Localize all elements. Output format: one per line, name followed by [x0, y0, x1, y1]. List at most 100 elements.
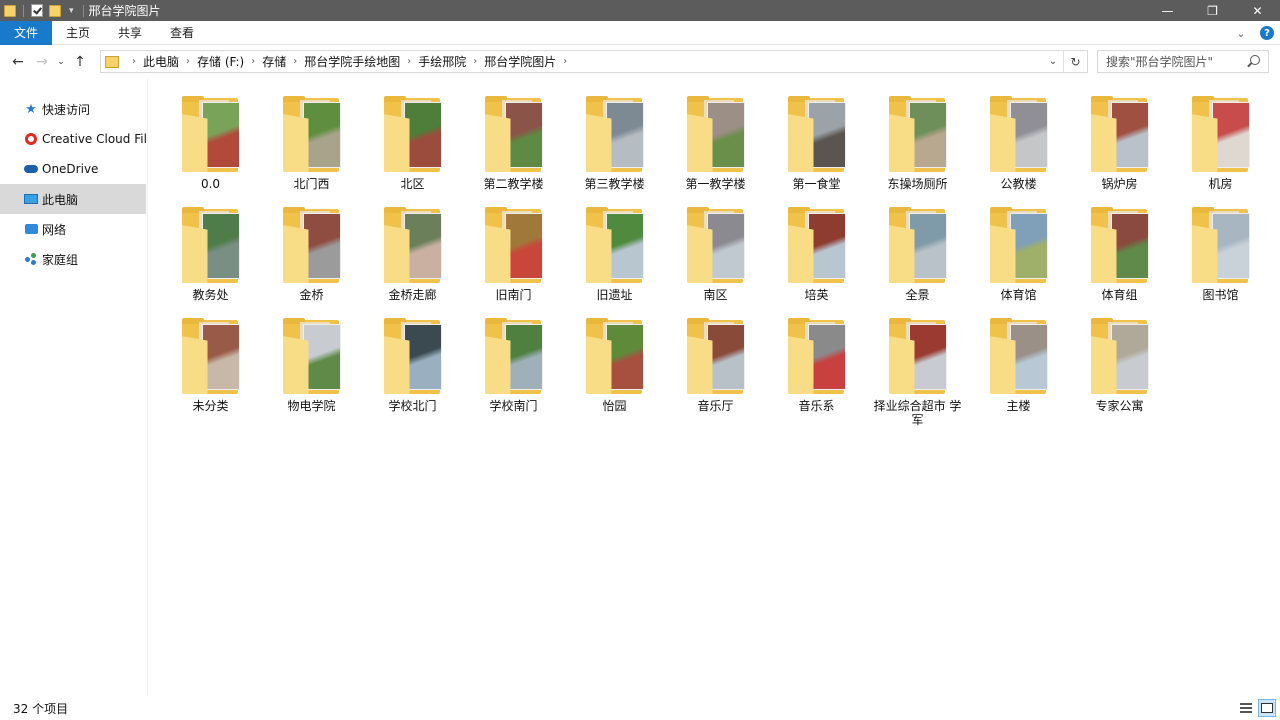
navigation-pane: ★ 快速访问 Creative Cloud Files OneDrive 此电脑… — [0, 79, 148, 696]
search-box[interactable] — [1097, 50, 1269, 73]
search-icon[interactable] — [1250, 55, 1260, 65]
folder-item[interactable]: 全景 — [867, 205, 968, 316]
folder-name: 第一教学楼 — [685, 177, 746, 191]
sidebar-item-network[interactable]: 网络 — [0, 214, 147, 244]
sidebar-item-onedrive[interactable]: OneDrive — [0, 154, 147, 184]
help-button[interactable]: ? — [1254, 21, 1280, 45]
refresh-icon: ↻ — [1070, 54, 1081, 69]
address-bar[interactable]: › 此电脑 › 存储 (F:) › 存储 › 邢台学院手绘地图 › 手绘邢院 ›… — [100, 50, 1088, 73]
folder-item[interactable]: 专家公寓 — [1069, 316, 1170, 427]
sidebar-item-label: 快速访问 — [42, 102, 91, 117]
chevron-right-icon[interactable]: › — [407, 56, 411, 67]
folder-name: 第三教学楼 — [584, 177, 645, 191]
minimize-button[interactable]: — — [1145, 0, 1190, 21]
folder-item[interactable]: 体育馆 — [968, 205, 1069, 316]
folder-item[interactable]: 第一教学楼 — [665, 94, 766, 205]
status-bar: 32 个项目 — [0, 696, 1280, 720]
breadcrumb-storage[interactable]: 存储 — [262, 53, 286, 70]
folder-item[interactable]: 金桥走廊 — [362, 205, 463, 316]
folder-item[interactable]: 机房 — [1170, 94, 1271, 205]
sidebar-item-homegroup[interactable]: 家庭组 — [0, 244, 147, 274]
folder-item[interactable]: 旧南门 — [463, 205, 564, 316]
chevron-right-icon[interactable]: › — [186, 56, 190, 67]
folder-name: 公教楼 — [1000, 177, 1037, 191]
chevron-right-icon[interactable]: › — [293, 56, 297, 67]
folder-item[interactable]: 怡园 — [564, 316, 665, 427]
folder-item[interactable]: 未分类 — [160, 316, 261, 427]
folder-thumbnail-icon — [787, 96, 846, 174]
quick-access-toolbar: ▾ — [0, 0, 87, 21]
details-view-button[interactable] — [1237, 699, 1255, 717]
folder-item[interactable]: 音乐厅 — [665, 316, 766, 427]
refresh-button[interactable]: ↻ — [1063, 51, 1087, 72]
chevron-right-icon[interactable]: › — [251, 56, 255, 67]
folder-item[interactable]: 学校北门 — [362, 316, 463, 427]
sidebar-item-label: 家庭组 — [42, 252, 79, 267]
large-icons-view-button[interactable] — [1258, 699, 1276, 717]
folder-name: 体育馆 — [1000, 288, 1037, 302]
folder-name: 培英 — [804, 288, 829, 302]
folder-item[interactable]: 择业综合超市 学军 — [867, 316, 968, 427]
folder-item[interactable]: 南区 — [665, 205, 766, 316]
title-bar: ▾ 邢台学院图片 — ❐ ✕ — [0, 0, 1280, 21]
tab-share[interactable]: 共享 — [104, 21, 156, 45]
sidebar-item-creative-cloud[interactable]: Creative Cloud Files — [0, 124, 147, 154]
folder-item[interactable]: 锅炉房 — [1069, 94, 1170, 205]
folder-item[interactable]: 第一食堂 — [766, 94, 867, 205]
search-input[interactable] — [1098, 51, 1238, 72]
folder-item[interactable]: 学校南门 — [463, 316, 564, 427]
recent-locations-button[interactable]: ⌄ — [54, 50, 68, 74]
chevron-right-icon[interactable]: › — [563, 56, 567, 67]
back-button[interactable]: ← — [6, 50, 30, 74]
sidebar-item-quick-access[interactable]: ★ 快速访问 — [0, 94, 147, 124]
tab-file[interactable]: 文件 — [0, 20, 52, 45]
up-button[interactable]: ↑ — [68, 50, 92, 74]
file-list: 0.0 北门西 北区 第二教学楼 第三教学楼 第一教学楼 第一食堂 东操场厕所 公教楼 锅炉房 机房… — [150, 79, 1280, 696]
folder-item[interactable]: 教务处 — [160, 205, 261, 316]
folder-item[interactable]: 金桥 — [261, 205, 362, 316]
folder-item[interactable]: 体育组 — [1069, 205, 1170, 316]
tab-home[interactable]: 主页 — [52, 21, 104, 45]
folder-thumbnail-icon — [181, 96, 240, 174]
folder-item[interactable]: 旧遗址 — [564, 205, 665, 316]
folder-item[interactable]: 主楼 — [968, 316, 1069, 427]
folder-item[interactable]: 物电学院 — [261, 316, 362, 427]
new-folder-icon[interactable] — [49, 4, 61, 17]
breadcrumb-handdrawn[interactable]: 手绘邢院 — [418, 53, 466, 70]
folder-name: 学校北门 — [388, 399, 437, 413]
folder-item[interactable]: 北门西 — [261, 94, 362, 205]
breadcrumb-this-pc[interactable]: 此电脑 — [143, 53, 179, 70]
folder-item[interactable]: 0.0 — [160, 94, 261, 205]
sidebar-item-label: 网络 — [42, 222, 67, 237]
expand-ribbon-button[interactable]: ⌄ — [1228, 21, 1254, 45]
breadcrumb-current[interactable]: 邢台学院图片 — [484, 53, 556, 70]
folder-name: 图书馆 — [1202, 288, 1239, 302]
folder-name: 北门西 — [293, 177, 330, 191]
breadcrumb-drive-f[interactable]: 存储 (F:) — [197, 53, 244, 70]
folder-name: 体育组 — [1101, 288, 1138, 302]
folder-name: 未分类 — [192, 399, 229, 413]
chevron-right-icon[interactable]: › — [473, 56, 477, 67]
address-history-button[interactable]: ⌄ — [1045, 51, 1061, 72]
forward-button[interactable]: → — [30, 50, 54, 74]
close-button[interactable]: ✕ — [1235, 0, 1280, 21]
folder-item[interactable]: 培英 — [766, 205, 867, 316]
customize-toolbar-icon[interactable]: ▾ — [69, 6, 74, 16]
navigation-bar: ← → ⌄ ↑ › 此电脑 › 存储 (F:) › 存储 › 邢台学院手绘地图 … — [0, 45, 1280, 79]
chevron-down-icon: ⌄ — [1236, 26, 1246, 40]
folder-item[interactable]: 音乐系 — [766, 316, 867, 427]
sidebar-item-this-pc[interactable]: 此电脑 — [0, 184, 146, 214]
tab-view[interactable]: 查看 — [156, 21, 208, 45]
maximize-button[interactable]: ❐ — [1190, 0, 1235, 21]
folder-item[interactable]: 北区 — [362, 94, 463, 205]
folder-item[interactable]: 东操场厕所 — [867, 94, 968, 205]
item-count: 32 个项目 — [13, 701, 69, 716]
folder-item[interactable]: 图书馆 — [1170, 205, 1271, 316]
folder-item[interactable]: 第三教学楼 — [564, 94, 665, 205]
folder-item[interactable]: 公教楼 — [968, 94, 1069, 205]
folder-name: 旧南门 — [495, 288, 532, 302]
breadcrumb-map-folder[interactable]: 邢台学院手绘地图 — [304, 53, 400, 70]
folder-thumbnail-icon — [282, 318, 341, 396]
properties-icon[interactable] — [31, 4, 43, 17]
folder-item[interactable]: 第二教学楼 — [463, 94, 564, 205]
